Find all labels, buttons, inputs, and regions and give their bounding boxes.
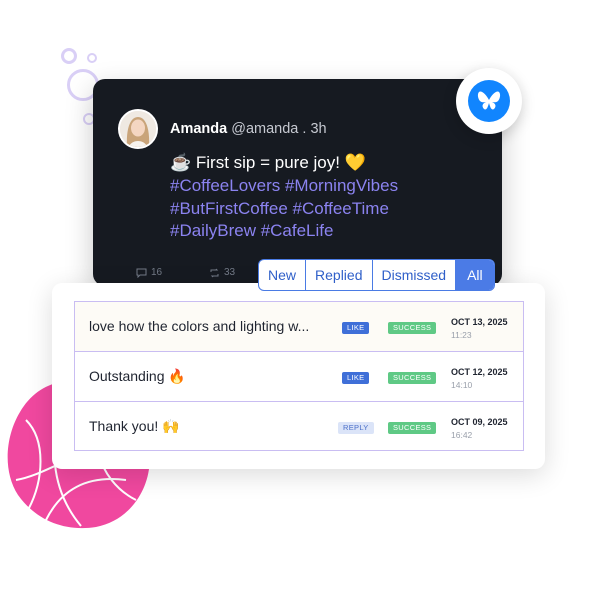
status-badge: SUCCESS — [388, 372, 437, 384]
row-time: 16:42 — [451, 430, 473, 440]
type-badge: REPLY — [338, 422, 374, 434]
author-name[interactable]: Amanda — [170, 121, 227, 137]
repost-count[interactable]: 33 — [209, 267, 235, 278]
avatar-portrait-icon — [120, 111, 156, 147]
table-row[interactable]: Outstanding 🔥 LIKE SUCCESS OCT 12, 2025 … — [75, 352, 523, 402]
row-date: OCT 09, 2025 — [451, 417, 508, 427]
decorative-circle — [61, 48, 77, 64]
comment-count-value: 16 — [151, 267, 163, 278]
bluesky-badge — [456, 68, 522, 134]
row-message: Outstanding 🔥 — [89, 368, 186, 384]
author-avatar — [118, 109, 158, 149]
post-hashtags[interactable]: #DailyBrew #CafeLife — [170, 221, 333, 241]
table-row[interactable]: Thank you! 🙌 REPLY SUCCESS OCT 09, 2025 … — [75, 402, 523, 450]
row-message: love how the colors and lighting w... — [89, 318, 310, 334]
interactions-table: love how the colors and lighting w... LI… — [74, 301, 524, 451]
author-meta: @amanda . 3h — [231, 121, 327, 137]
comment-count[interactable]: 16 — [136, 267, 162, 278]
status-badge: SUCCESS — [388, 422, 437, 434]
row-date: OCT 12, 2025 — [451, 367, 508, 377]
post-hashtags[interactable]: #CoffeeLovers #MorningVibes — [170, 176, 398, 196]
type-badge: LIKE — [342, 372, 370, 384]
bluesky-butterfly-icon — [477, 91, 501, 110]
comment-icon — [136, 268, 147, 278]
decorative-circle — [87, 53, 97, 63]
tab-new[interactable]: New — [259, 260, 307, 290]
post-text: ☕ First sip = pure joy! 💛 — [170, 153, 366, 172]
repost-icon — [210, 268, 219, 277]
tab-replied[interactable]: Replied — [306, 260, 373, 290]
row-time: 14:10 — [451, 380, 473, 390]
status-badge: SUCCESS — [388, 322, 437, 334]
type-badge: LIKE — [342, 322, 370, 334]
post-hashtags[interactable]: #ButFirstCoffee #CoffeeTime — [170, 199, 389, 219]
tab-all[interactable]: All — [456, 260, 494, 290]
tab-dismissed[interactable]: Dismissed — [373, 260, 457, 290]
row-date: OCT 13, 2025 — [451, 317, 508, 327]
row-time: 11:23 — [451, 330, 472, 340]
row-message: Thank you! 🙌 — [89, 418, 180, 434]
filter-tabs: New Replied Dismissed All — [258, 259, 495, 291]
table-row[interactable]: love how the colors and lighting w... LI… — [75, 302, 523, 352]
post-author: Amanda @amanda . 3h — [170, 121, 327, 137]
repost-count-value: 33 — [224, 267, 236, 278]
